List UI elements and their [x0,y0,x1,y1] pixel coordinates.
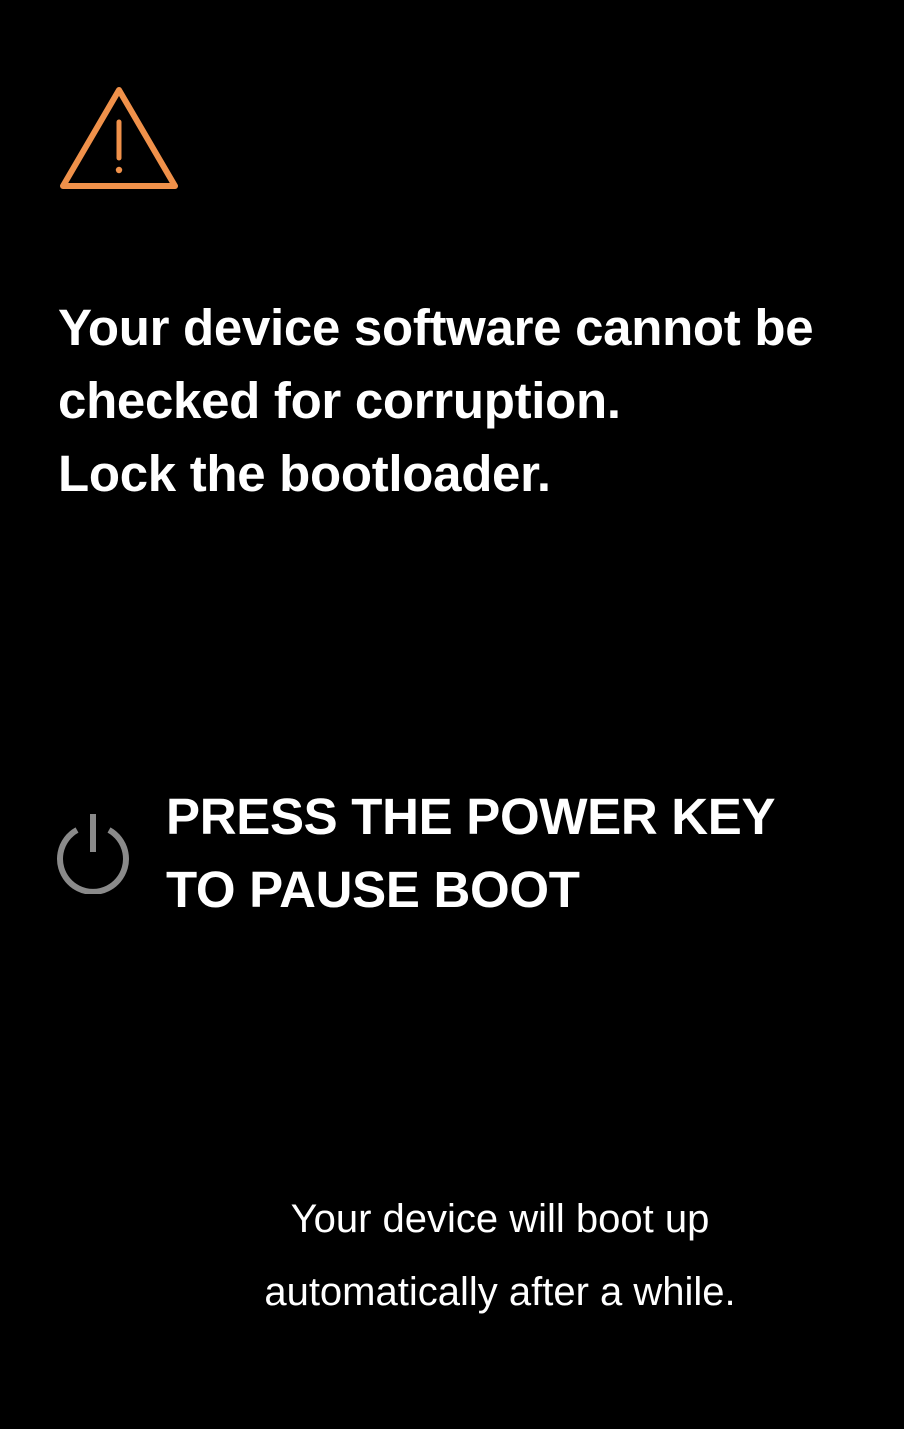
message-line: Your device software cannot be [58,299,814,356]
auto-boot-note: Your device will boot up automatically a… [100,1183,900,1329]
power-prompt-line: TO PAUSE BOOT [166,861,580,918]
power-key-prompt: PRESS THE POWER KEY TO PAUSE BOOT [166,780,866,926]
message-line: Lock the bootloader. [58,445,551,502]
power-icon [57,814,129,894]
warning-triangle-icon [60,87,178,189]
footer-line: Your device will boot up [290,1197,710,1241]
verification-warning-message: Your device software cannot be checked f… [58,291,878,510]
power-prompt-line: PRESS THE POWER KEY [166,788,776,845]
footer-line: automatically after a while. [264,1270,736,1314]
message-line: checked for corruption. [58,372,621,429]
